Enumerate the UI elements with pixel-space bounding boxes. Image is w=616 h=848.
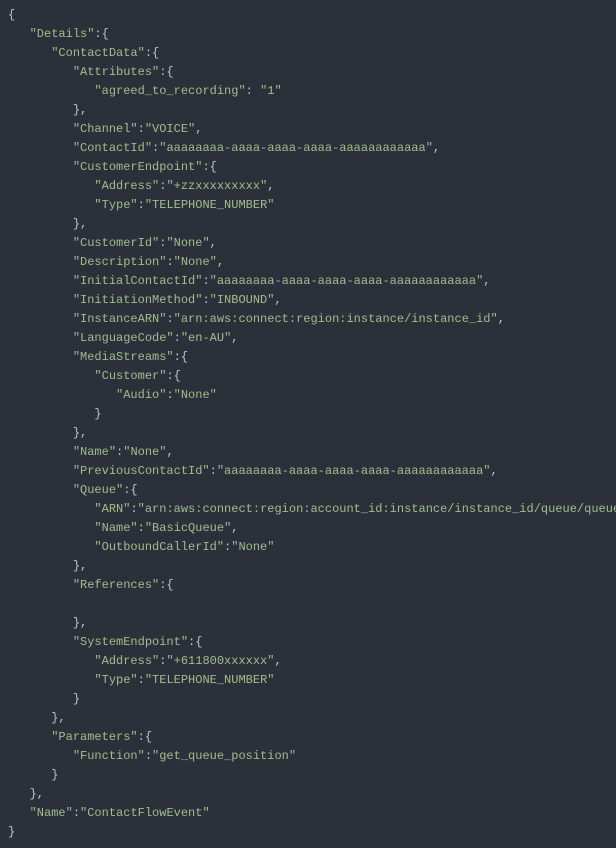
- value-language-code: en-AU: [188, 331, 224, 345]
- value-system-endpoint-type: TELEPHONE_NUMBER: [152, 673, 267, 687]
- value-outbound-caller-id: None: [238, 540, 267, 554]
- value-queue-name: BasicQueue: [152, 521, 224, 535]
- value-parameters-function: get_queue_position: [159, 749, 289, 763]
- value-customer-endpoint-type: TELEPHONE_NUMBER: [152, 198, 267, 212]
- value-agreed-to-recording: 1: [267, 84, 274, 98]
- value-media-audio: None: [181, 388, 210, 402]
- value-initiation-method: INBOUND: [217, 293, 267, 307]
- value-description: None: [181, 255, 210, 269]
- json-code-block: { "Details":{ "ContactData":{ "Attribute…: [0, 0, 616, 848]
- value-channel: VOICE: [152, 122, 188, 136]
- value-contact-id: aaaaaaaa-aaaa-aaaa-aaaa-aaaaaaaaaaaa: [166, 141, 425, 155]
- value-queue-arn: arn:aws:connect:region:account_id:instan…: [145, 502, 616, 516]
- value-instance-arn: arn:aws:connect:region:instance/instance…: [181, 312, 491, 326]
- value-system-endpoint-address: +611800xxxxxx: [174, 654, 268, 668]
- value-customer-endpoint-address: +zzxxxxxxxxx: [174, 179, 260, 193]
- value-previous-contact-id: aaaaaaaa-aaaa-aaaa-aaaa-aaaaaaaaaaaa: [224, 464, 483, 478]
- value-initial-contact-id: aaaaaaaa-aaaa-aaaa-aaaa-aaaaaaaaaaaa: [217, 274, 476, 288]
- value-customer-id: None: [174, 236, 203, 250]
- value-top-name: ContactFlowEvent: [87, 806, 202, 820]
- value-contactdata-name: None: [130, 445, 159, 459]
